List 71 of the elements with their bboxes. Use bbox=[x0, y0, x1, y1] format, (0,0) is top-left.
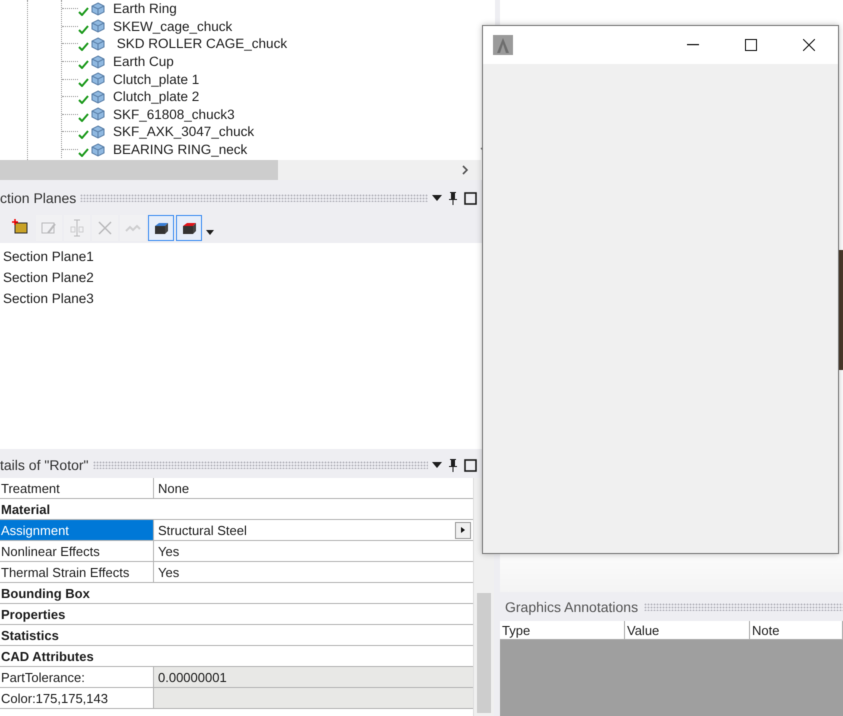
tree-item[interactable]: Clutch_plate 1 bbox=[113, 72, 200, 87]
maximize-icon bbox=[745, 39, 757, 51]
dropdown-icon[interactable] bbox=[432, 462, 442, 468]
delete-icon bbox=[96, 219, 114, 237]
property-value-cell[interactable] bbox=[153, 688, 473, 708]
close-icon bbox=[803, 39, 815, 51]
cube-icon bbox=[91, 142, 105, 157]
cube-icon bbox=[91, 90, 105, 104]
cube-icon bbox=[91, 54, 105, 69]
scrollbar-thumb[interactable] bbox=[477, 593, 491, 713]
section-plane-item[interactable]: Section Plane2 bbox=[3, 270, 94, 285]
grip-handle[interactable] bbox=[644, 603, 843, 611]
grip-handle[interactable] bbox=[92, 461, 428, 469]
property-name-cell[interactable]: Color:175,175,143 bbox=[0, 688, 153, 708]
panel-title: Graphics Annotations bbox=[505, 599, 638, 615]
pin-icon[interactable] bbox=[448, 191, 458, 205]
panel-title: ction Planes bbox=[0, 190, 76, 206]
app-logo-icon bbox=[493, 35, 513, 55]
group-header[interactable]: Properties bbox=[1, 606, 66, 622]
panel-title: tails of "Rotor" bbox=[0, 457, 89, 473]
right-arrow-icon bbox=[461, 527, 465, 533]
tree-item[interactable]: BEARING RING_neck bbox=[113, 142, 248, 158]
property-name-cell[interactable]: Nonlinear Effects bbox=[0, 541, 153, 561]
pin-icon[interactable] bbox=[448, 458, 458, 472]
group-header[interactable]: Statistics bbox=[1, 628, 59, 642]
cube-icon bbox=[91, 36, 105, 51]
section-plane-item[interactable]: Section Plane1 bbox=[3, 249, 94, 264]
property-value: None bbox=[158, 480, 190, 496]
group-header[interactable]: Material bbox=[1, 502, 50, 516]
scrollbar-thumb[interactable] bbox=[0, 160, 278, 180]
tree-item[interactable]: Earth Cup bbox=[113, 54, 174, 70]
tree-item[interactable]: SKD ROLLER CAGE_chuck bbox=[113, 36, 288, 52]
maximize-icon[interactable] bbox=[464, 192, 477, 204]
tree-item[interactable]: SKF_AXK_3047_chuck bbox=[113, 124, 254, 140]
dropdown-icon[interactable] bbox=[432, 195, 442, 201]
property-value-cell[interactable]: Yes bbox=[153, 562, 473, 582]
property-name-cell[interactable]: Thermal Strain Effects bbox=[0, 562, 153, 582]
horizontal-scrollbar[interactable] bbox=[0, 160, 481, 180]
solid-cube-button[interactable] bbox=[148, 215, 174, 241]
cube-icon bbox=[91, 107, 105, 122]
cube-icon bbox=[91, 2, 105, 16]
rename-icon bbox=[68, 219, 86, 237]
cube-icon bbox=[91, 19, 105, 34]
app-dialog[interactable] bbox=[482, 25, 839, 554]
tree-item[interactable]: SKF_61808_chuck3 bbox=[113, 106, 235, 122]
maximize-icon[interactable] bbox=[464, 458, 477, 472]
tree-item[interactable]: Earth Ring bbox=[113, 1, 177, 16]
section-plane-item[interactable]: Section Plane3 bbox=[3, 291, 94, 306]
property-value: 0.00000001 bbox=[158, 670, 227, 684]
property-name-cell[interactable]: PartTolerance: bbox=[0, 667, 153, 687]
minimize-icon bbox=[687, 44, 699, 46]
property-name-cell[interactable]: Assignment bbox=[0, 520, 153, 540]
tree-item[interactable]: Clutch_plate 2 bbox=[113, 89, 200, 104]
tree-item[interactable]: SKEW_cage_chuck bbox=[113, 18, 232, 34]
group-header[interactable]: CAD Attributes bbox=[1, 648, 94, 664]
property-value-cell[interactable]: 0.00000001 bbox=[153, 667, 473, 687]
picker-button[interactable] bbox=[455, 522, 471, 538]
property-name-cell[interactable]: Treatment bbox=[0, 478, 153, 498]
property-value-cell[interactable]: Structural Steel bbox=[153, 520, 473, 540]
dropdown-icon bbox=[206, 230, 214, 234]
property-value-cell[interactable]: None bbox=[153, 478, 473, 498]
scroll-right-icon[interactable] bbox=[461, 165, 469, 175]
cube-icon bbox=[91, 72, 105, 86]
property-value: Yes bbox=[158, 564, 180, 580]
grip-handle[interactable] bbox=[80, 194, 428, 202]
cut-cube-button[interactable] bbox=[176, 215, 202, 241]
group-header[interactable]: Bounding Box bbox=[1, 586, 90, 600]
property-value-cell[interactable]: Yes bbox=[153, 541, 473, 561]
property-value: Structural Steel bbox=[158, 522, 247, 538]
cube-icon bbox=[91, 124, 105, 139]
property-value: Yes bbox=[158, 544, 180, 558]
